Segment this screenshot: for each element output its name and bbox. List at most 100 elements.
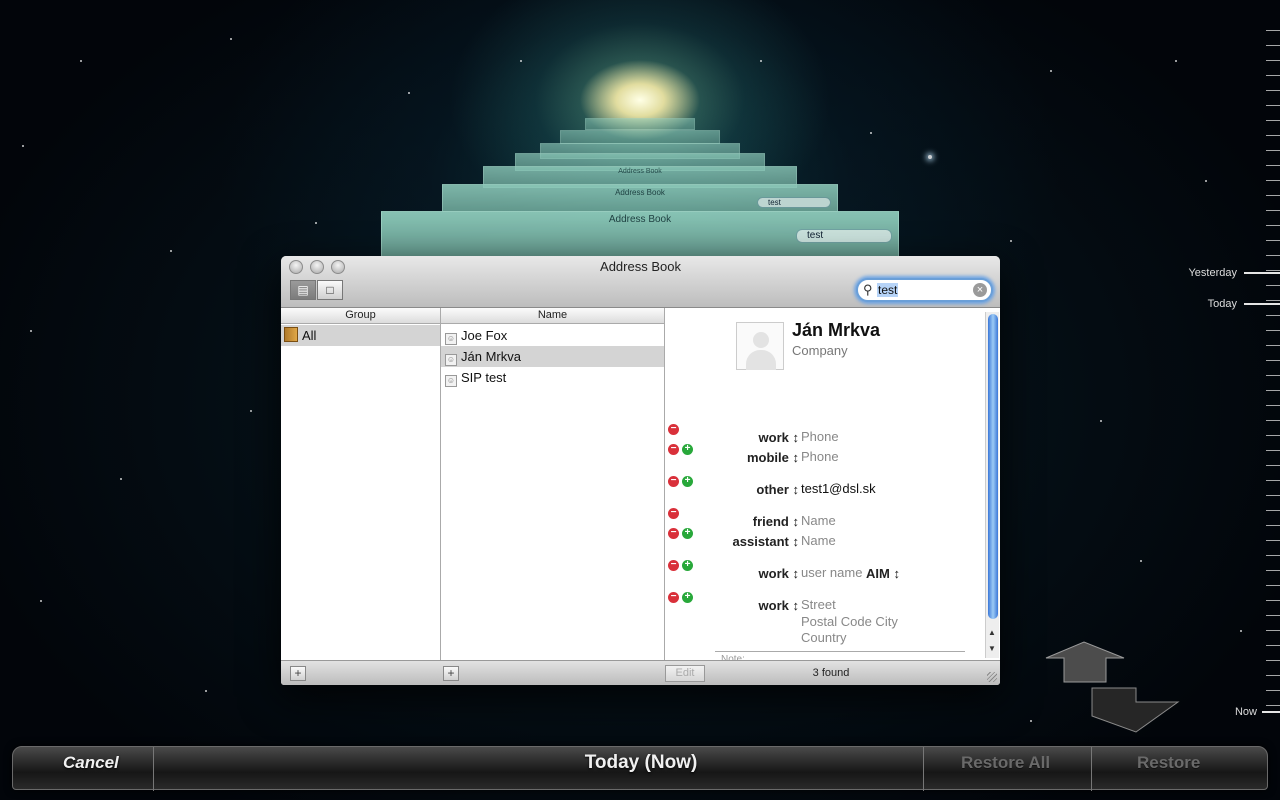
field-label[interactable]: work ↕ xyxy=(665,598,799,613)
clear-search-icon[interactable]: × xyxy=(973,283,987,297)
card-scrollbar[interactable]: ▲ ▼ xyxy=(985,312,999,658)
timeline-tick[interactable] xyxy=(1266,60,1280,61)
timeline-tick[interactable] xyxy=(1266,510,1280,511)
field-label[interactable]: mobile ↕ xyxy=(665,450,799,465)
field-label[interactable]: work ↕ xyxy=(665,566,799,581)
timeline-tick[interactable] xyxy=(1266,105,1280,106)
timeline-tick[interactable] xyxy=(1266,600,1280,601)
timeline-tick[interactable] xyxy=(1266,480,1280,481)
columns-view-button[interactable]: ▤ xyxy=(290,280,316,300)
timeline-tick[interactable] xyxy=(1266,345,1280,346)
timeline-tick[interactable] xyxy=(1266,75,1280,76)
group-column-header[interactable]: Group xyxy=(281,308,440,324)
timeline-tick[interactable] xyxy=(1266,405,1280,406)
timeline-tick[interactable] xyxy=(1266,180,1280,181)
timeline-tick[interactable] xyxy=(1266,135,1280,136)
timeline-tick[interactable] xyxy=(1266,555,1280,556)
add-group-button[interactable]: + xyxy=(290,666,306,681)
timeline-tick[interactable] xyxy=(1266,300,1280,301)
timeline-tick[interactable] xyxy=(1266,570,1280,571)
timeline-label-today[interactable]: Today xyxy=(1180,298,1237,310)
related-name-field[interactable]: Name xyxy=(801,513,836,528)
timeline-tick[interactable] xyxy=(1266,165,1280,166)
timeline-tick[interactable] xyxy=(1266,150,1280,151)
timeline-tick[interactable] xyxy=(1266,120,1280,121)
add-contact-button[interactable]: + xyxy=(443,666,459,681)
timeline-tick[interactable] xyxy=(1266,435,1280,436)
timeline-tick[interactable] xyxy=(1266,195,1280,196)
phone-field[interactable]: Phone xyxy=(801,429,839,444)
navigate-forward-arrow-icon[interactable] xyxy=(1090,686,1180,734)
timeline-tick[interactable] xyxy=(1266,645,1280,646)
restore-all-button[interactable]: Restore All xyxy=(961,753,1050,773)
restore-button[interactable]: Restore xyxy=(1137,753,1200,773)
timeline-tick[interactable] xyxy=(1266,450,1280,451)
search-input[interactable]: test xyxy=(877,283,899,297)
field-label[interactable]: assistant ↕ xyxy=(665,534,799,549)
timeline-tick[interactable] xyxy=(1266,30,1280,31)
timeline-tick[interactable] xyxy=(1266,630,1280,631)
im-username-field[interactable]: user name xyxy=(801,565,862,580)
history-window-back-4[interactable] xyxy=(560,130,720,144)
timeline-tick[interactable] xyxy=(1266,225,1280,226)
timeline-label-yesterday[interactable]: Yesterday xyxy=(1175,267,1237,279)
timeline-tick[interactable] xyxy=(1266,330,1280,331)
edit-button[interactable]: Edit xyxy=(665,665,705,682)
timeline-tick[interactable] xyxy=(1266,525,1280,526)
country-field[interactable]: Country xyxy=(801,630,847,645)
timeline-tick[interactable] xyxy=(1266,255,1280,256)
im-service-select[interactable]: AIM ↕ xyxy=(866,566,900,581)
timeline-tick[interactable] xyxy=(1266,465,1280,466)
person-placeholder-body xyxy=(746,350,776,370)
contact-photo[interactable] xyxy=(736,322,784,370)
timeline-tick[interactable] xyxy=(1266,360,1280,361)
timeline-tick[interactable] xyxy=(1266,615,1280,616)
history-window-2[interactable]: Address Book test xyxy=(442,184,838,212)
related-name-field[interactable]: Name xyxy=(801,533,836,548)
timeline-mark-yesterday[interactable] xyxy=(1244,272,1280,274)
group-row-all[interactable]: All xyxy=(281,325,440,346)
timeline-tick[interactable] xyxy=(1266,705,1280,706)
timeline-tick[interactable] xyxy=(1266,270,1280,271)
timeline-tick[interactable] xyxy=(1266,495,1280,496)
resize-grip-icon[interactable] xyxy=(987,672,997,682)
timeline-tick[interactable] xyxy=(1266,45,1280,46)
postal-code-city-field[interactable]: Postal Code City xyxy=(801,614,898,629)
search-field[interactable]: ⚲ test × xyxy=(856,278,993,302)
timeline-tick[interactable] xyxy=(1266,210,1280,211)
timeline-tick[interactable] xyxy=(1266,675,1280,676)
timeline-tick[interactable] xyxy=(1266,375,1280,376)
history-window-1[interactable]: Address Book test xyxy=(381,211,899,257)
timeline-tick[interactable] xyxy=(1266,420,1280,421)
timeline-label-now[interactable]: Now xyxy=(1200,706,1257,718)
contact-name: Joe Fox xyxy=(461,328,508,343)
timeline-ticks[interactable] xyxy=(1262,30,1280,720)
contact-row[interactable]: ☺ Joe Fox xyxy=(441,325,664,346)
timeline-tick[interactable] xyxy=(1266,90,1280,91)
timeline-tick[interactable] xyxy=(1266,390,1280,391)
contact-row-selected[interactable]: ☺ Ján Mrkva xyxy=(441,346,664,367)
scrollbar-thumb[interactable] xyxy=(988,314,998,619)
timeline-tick[interactable] xyxy=(1266,285,1280,286)
contact-full-name[interactable]: Ján Mrkva xyxy=(792,320,880,341)
timeline-tick[interactable] xyxy=(1266,585,1280,586)
card-view-button[interactable]: □ xyxy=(317,280,343,300)
timeline-tick[interactable] xyxy=(1266,660,1280,661)
scroll-down-icon[interactable]: ▼ xyxy=(988,644,996,653)
timeline-mark-now[interactable] xyxy=(1262,711,1280,713)
contact-row[interactable]: ☺ SIP test xyxy=(441,367,664,388)
timeline-tick[interactable] xyxy=(1266,240,1280,241)
street-field[interactable]: Street xyxy=(801,597,836,612)
timeline-mark-today[interactable] xyxy=(1244,303,1280,305)
timeline-tick[interactable] xyxy=(1266,315,1280,316)
email-field[interactable]: test1@dsl.sk xyxy=(801,481,876,496)
name-column-header[interactable]: Name xyxy=(441,308,664,324)
contact-company[interactable]: Company xyxy=(792,343,848,358)
phone-field[interactable]: Phone xyxy=(801,449,839,464)
field-label[interactable]: other ↕ xyxy=(665,482,799,497)
timeline-tick[interactable] xyxy=(1266,690,1280,691)
scroll-up-icon[interactable]: ▲ xyxy=(988,628,996,637)
history-window-back-5[interactable] xyxy=(585,118,695,130)
timeline-tick[interactable] xyxy=(1266,540,1280,541)
navigate-back-arrow-icon[interactable] xyxy=(1044,640,1126,684)
